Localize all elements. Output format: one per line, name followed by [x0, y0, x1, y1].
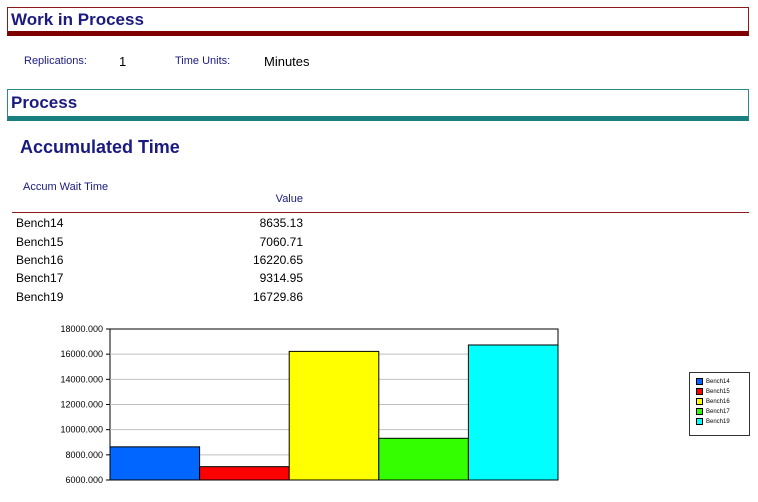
y-tick-label: 6000.000 — [65, 475, 103, 485]
time-units-value: Minutes — [264, 54, 310, 69]
bar-bench15 — [199, 466, 290, 481]
process-title: Process — [11, 93, 78, 112]
bar-bench16 — [288, 350, 380, 481]
row-name: Bench16 — [16, 253, 64, 267]
row-value: 16220.65 — [252, 253, 303, 267]
replications-value: 1 — [119, 54, 127, 69]
y-tick-label: 10000.000 — [60, 425, 103, 435]
section-header-work-in-process: Work in Process — [7, 7, 749, 36]
row-value: 7060.71 — [259, 235, 303, 249]
table-row: Bench15 7060.71 — [16, 235, 303, 254]
legend-label: Bench17 — [706, 409, 730, 415]
row-name: Bench19 — [16, 290, 64, 304]
y-tick-label: 18000.000 — [60, 324, 103, 334]
table-divider — [12, 212, 749, 213]
legend-swatch — [696, 417, 703, 425]
row-name: Bench17 — [16, 271, 64, 285]
bar-chart: 18000.000 16000.000 14000.000 12000.000 1000… — [60, 324, 559, 485]
row-value: 16729.86 — [252, 290, 303, 304]
table-row: Bench19 16729.86 — [16, 290, 303, 309]
table-row: Bench17 9314.95 — [16, 271, 303, 290]
accumulated-time-title: Accumulated Time — [20, 137, 180, 157]
legend-item: Bench19 — [696, 417, 749, 427]
y-tick-label: 12000.000 — [60, 400, 103, 410]
page-title: Work in Process — [11, 10, 144, 29]
bar-bench17 — [378, 437, 469, 481]
legend-swatch — [696, 407, 703, 415]
legend-item: Bench15 — [696, 387, 749, 397]
replications-label: Replications: — [24, 55, 87, 67]
section-header-process: Process — [7, 89, 749, 121]
row-value: 8635.13 — [259, 216, 303, 230]
legend-item: Bench14 — [696, 377, 749, 387]
stat-name-label: Accum Wait Time — [23, 181, 109, 193]
bar-bench19 — [467, 344, 559, 481]
y-tick-label: 14000.000 — [60, 374, 103, 384]
legend-swatch — [696, 387, 703, 395]
table-row: Bench16 16220.65 — [16, 253, 303, 272]
legend-label: Bench19 — [706, 419, 730, 425]
bar-bench14 — [109, 446, 201, 481]
legend-swatch — [696, 397, 703, 405]
legend-item: Bench17 — [696, 407, 749, 417]
row-name: Bench15 — [16, 235, 64, 249]
legend-label: Bench16 — [706, 399, 730, 405]
legend-item: Bench16 — [696, 397, 749, 407]
time-units-label: Time Units: — [175, 55, 231, 67]
y-tick-label: 8000.000 — [65, 450, 103, 460]
value-column-header: Value — [275, 193, 303, 205]
legend-label: Bench15 — [706, 389, 730, 395]
row-value: 9314.95 — [259, 271, 303, 285]
y-tick-label: 16000.000 — [60, 349, 103, 359]
legend-label: Bench14 — [706, 379, 730, 385]
chart-legend: Bench14 Bench15 Bench16 Bench17 Bench19 — [689, 372, 750, 436]
row-name: Bench14 — [16, 216, 64, 230]
legend-swatch — [696, 377, 703, 385]
table-row: Bench14 8635.13 — [16, 216, 303, 235]
